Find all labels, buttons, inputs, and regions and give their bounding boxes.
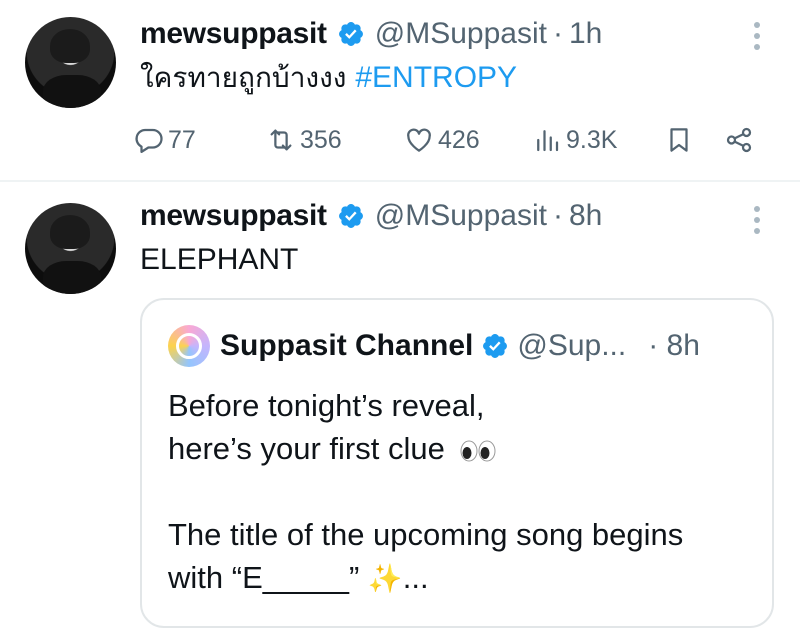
tweet-header: mewsuppasit @MSuppasit · 1h xyxy=(140,14,602,54)
tweet-text: ELEPHANT xyxy=(140,243,299,276)
timestamp[interactable]: 8h xyxy=(569,199,602,233)
verified-badge-icon xyxy=(483,334,508,358)
author-handle[interactable]: @MSuppasit xyxy=(375,17,547,51)
like-icon xyxy=(407,128,431,152)
quoted-tweet-text: Before tonight’s reveal, here’s your fir… xyxy=(168,384,683,600)
tweet[interactable]: mewsuppasit @MSuppasit · 8h ELEPHANT Sup… xyxy=(0,182,800,638)
like-count: 426 xyxy=(438,125,480,154)
bookmark-icon xyxy=(670,128,688,152)
separator-dot: · xyxy=(552,199,563,232)
views-icon xyxy=(537,130,559,152)
author-name[interactable]: mewsuppasit xyxy=(140,199,327,233)
tweet-text-thai: ใครทายถูกบ้างงง xyxy=(140,61,347,94)
views-count: 9.3K xyxy=(566,125,618,154)
timestamp[interactable]: 1h xyxy=(569,17,602,51)
eyes-emoji-icon xyxy=(460,440,496,462)
like-button[interactable]: 426 xyxy=(404,120,480,160)
repost-icon xyxy=(270,129,292,151)
quoted-timestamp[interactable]: · 8h xyxy=(648,329,700,363)
author-name[interactable]: mewsuppasit xyxy=(140,17,327,51)
quoted-line: Before tonight’s reveal, xyxy=(168,388,485,423)
quoted-line: with “E_____” xyxy=(168,560,360,595)
reply-count: 77 xyxy=(168,125,196,154)
tweet-header: mewsuppasit @MSuppasit · 8h xyxy=(140,196,602,236)
quoted-tweet-header: Suppasit Channel @Sup... · 8h xyxy=(168,324,700,368)
verified-badge-icon xyxy=(338,22,363,46)
quoted-author-name[interactable]: Suppasit Channel xyxy=(220,329,473,363)
quoted-ellipsis: ... xyxy=(402,560,429,595)
reply-button[interactable]: 77 xyxy=(134,120,196,160)
separator-dot: · xyxy=(552,17,563,50)
more-icon[interactable] xyxy=(754,206,762,234)
quoted-line-with-emoji: here’s your first clue xyxy=(168,427,683,470)
views-button[interactable]: 9.3K xyxy=(532,120,617,160)
share-icon xyxy=(726,127,752,153)
more-icon[interactable] xyxy=(754,22,762,50)
sparkles-emoji-icon: ✨ xyxy=(367,563,403,594)
share-button[interactable] xyxy=(724,120,754,160)
repost-button[interactable]: 356 xyxy=(266,120,342,160)
verified-badge-icon xyxy=(338,204,363,228)
author-handle[interactable]: @MSuppasit xyxy=(375,199,547,233)
hashtag-link[interactable]: #ENTROPY xyxy=(355,61,517,94)
quoted-tweet[interactable]: Suppasit Channel @Sup... · 8h Before ton… xyxy=(140,298,774,628)
avatar[interactable] xyxy=(25,203,116,294)
repost-count: 356 xyxy=(300,125,342,154)
tweet-text: ใครทายถูกบ้างงง #ENTROPY xyxy=(140,60,517,96)
quoted-line: here’s your first clue xyxy=(168,431,445,466)
quoted-avatar[interactable] xyxy=(168,325,210,367)
quoted-author-handle[interactable]: @Sup... xyxy=(517,329,626,363)
bookmark-button[interactable] xyxy=(664,120,694,160)
avatar[interactable] xyxy=(25,17,116,108)
tweet[interactable]: mewsuppasit @MSuppasit · 1h ใครทายถูกบ้า… xyxy=(0,0,800,180)
action-bar: 77 356 426 9.3K xyxy=(134,120,764,160)
quoted-line: The title of the upcoming song begins xyxy=(168,517,684,552)
quoted-line-with-emoji: with “E_____” ✨... xyxy=(168,556,683,600)
reply-icon xyxy=(135,128,163,153)
